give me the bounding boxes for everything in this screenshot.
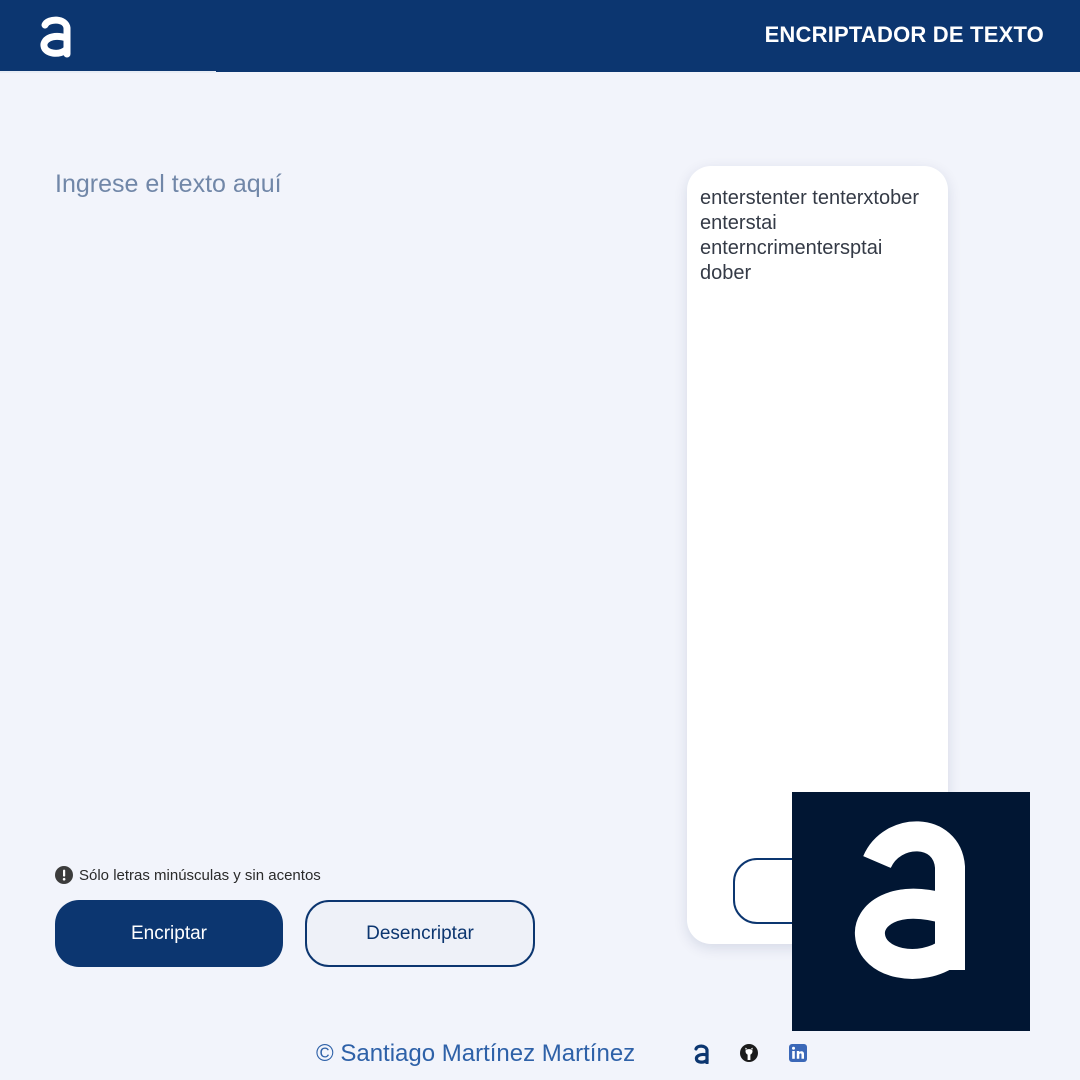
copyright-text: © Santiago Martínez Martínez (316, 1040, 636, 1067)
text-input[interactable] (55, 170, 645, 830)
header-bar: ENCRIPTADOR DE TEXTO (0, 0, 1080, 72)
alura-overlay-logo-icon (792, 792, 1030, 1031)
exclamation-circle-icon (55, 866, 73, 884)
header-divider (0, 71, 216, 73)
github-icon[interactable] (738, 1042, 760, 1064)
encrypt-button[interactable]: Encriptar (55, 900, 283, 967)
decrypt-button[interactable]: Desencriptar (305, 900, 535, 967)
page-title: ENCRIPTADOR DE TEXTO (764, 22, 1044, 47)
alura-logo-icon[interactable] (36, 12, 78, 60)
input-hint: Sólo letras minúsculas y sin acentos (55, 866, 321, 884)
hint-text: Sólo letras minúsculas y sin acentos (79, 866, 321, 884)
output-text: enterstenter tenterxtober enterstai ente… (700, 187, 920, 284)
linkedin-icon[interactable] (787, 1042, 809, 1064)
footer: © Santiago Martínez Martínez (0, 1036, 1080, 1072)
alura-icon[interactable] (691, 1042, 713, 1064)
